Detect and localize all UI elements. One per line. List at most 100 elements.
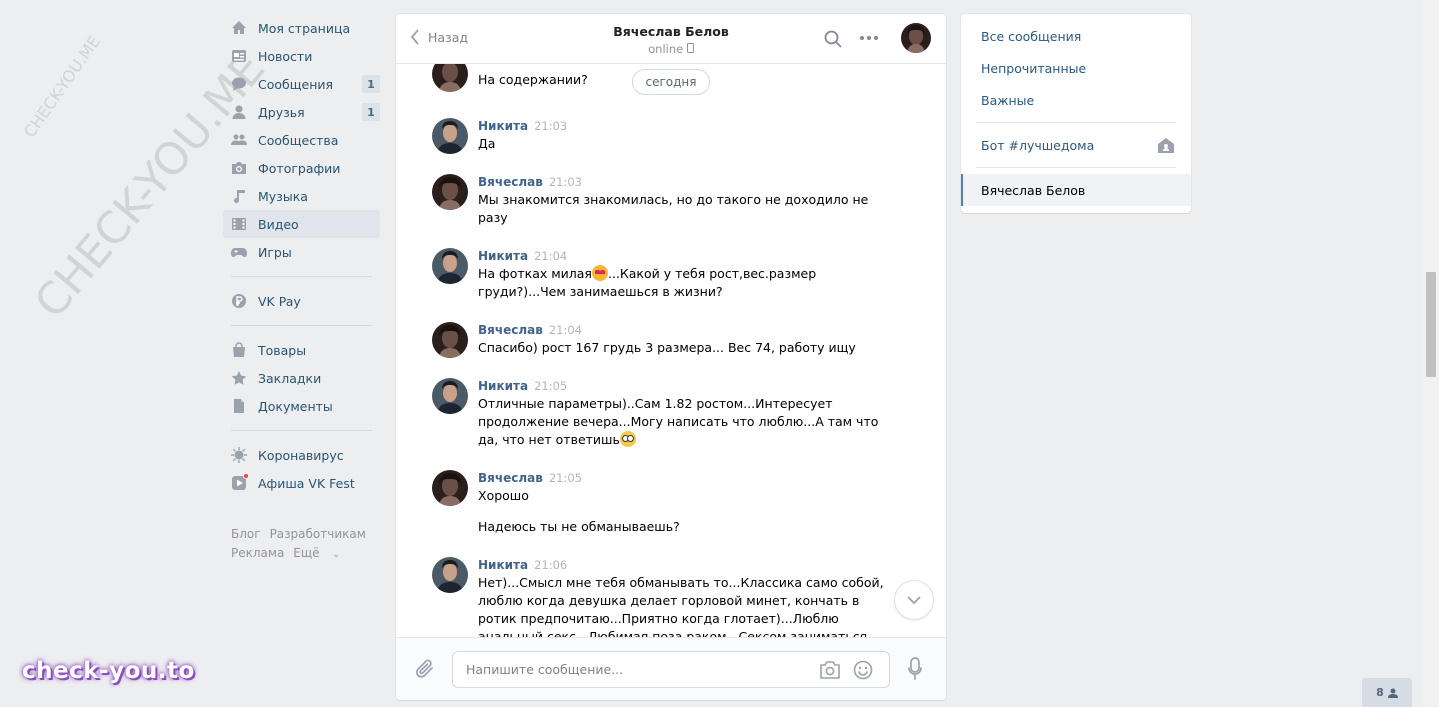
bot-label: Бот #лучшедома	[981, 137, 1095, 153]
music-icon	[231, 188, 247, 204]
home-icon	[231, 20, 247, 36]
camera-icon	[231, 160, 247, 176]
camera-icon[interactable]	[819, 660, 841, 683]
divider	[976, 167, 1176, 168]
friends-online-count: 8	[1376, 686, 1384, 699]
message-author[interactable]: Вячеслав	[478, 323, 543, 337]
more-icon[interactable]	[860, 36, 878, 40]
avatar[interactable]	[432, 322, 468, 358]
avatar[interactable]	[432, 470, 468, 506]
message-meta: Вячеслав 21:05	[478, 470, 582, 485]
footer-more-label: Ещё	[293, 546, 320, 560]
message-meta: Вячеслав 21:03	[478, 174, 582, 189]
nav-label: Закладки	[258, 370, 322, 386]
friends-online-counter[interactable]: 8	[1362, 678, 1412, 707]
gamepad-icon	[231, 244, 247, 260]
virus-icon	[231, 447, 247, 463]
nav-label: Документы	[258, 398, 333, 414]
avatar[interactable]	[432, 174, 468, 210]
messages-badge: 1	[362, 75, 380, 93]
nav-item-photos[interactable]: Фотографии	[223, 154, 380, 182]
scroll-to-bottom-button[interactable]	[894, 580, 934, 620]
selected-conversation[interactable]: Вячеслав Белов	[961, 174, 1191, 206]
message-line: груди?)...Чем занимаешься в жизни?	[478, 284, 723, 299]
message-author[interactable]: Никита	[478, 119, 528, 133]
message-history[interactable]: На содержании? сегодня Никита 21:03 Да Вя…	[396, 64, 946, 637]
nav-item-news[interactable]: Новости	[223, 42, 380, 70]
message-time[interactable]: 21:03	[549, 175, 582, 189]
paperclip-icon[interactable]	[415, 658, 435, 683]
message-time[interactable]: 21:04	[549, 323, 582, 337]
nav-label: Товары	[258, 342, 307, 358]
date-pill: сегодня	[632, 69, 710, 95]
message-time[interactable]: 21:05	[534, 379, 567, 393]
chat-header: Назад Вячеслав Белов online	[396, 14, 946, 64]
message-time[interactable]: 21:05	[549, 471, 582, 485]
filter-important[interactable]: Важные	[961, 84, 1191, 116]
message-time[interactable]: 21:06	[534, 558, 567, 572]
message-line: Отличные параметры)..Сам 1.82 ростом...И…	[478, 396, 833, 411]
notification-dot	[243, 473, 249, 479]
message-author[interactable]: Никита	[478, 558, 528, 572]
footer-link-more[interactable]: Ещё ⌄	[293, 546, 349, 560]
message-fragment: да, что нет ответишь	[478, 432, 620, 447]
left-navigation: Моя страница Новости Сообщения 1 Друзья …	[223, 14, 380, 497]
news-icon	[231, 48, 247, 64]
message-text: Да	[478, 135, 868, 153]
friends-badge: 1	[362, 103, 380, 121]
messages-icon	[231, 76, 247, 92]
message-fragment: На фотках милая	[478, 266, 592, 281]
message-time[interactable]: 21:04	[534, 249, 567, 263]
avatar[interactable]	[432, 64, 468, 92]
footer-link-developers[interactable]: Разработчикам	[270, 527, 366, 541]
message-text: Хорошо Надеюсь ты не обманываешь?	[478, 487, 868, 536]
nav-divider	[231, 325, 372, 326]
message-input[interactable]	[453, 652, 793, 687]
peer-status: online	[396, 42, 946, 56]
avatar[interactable]	[432, 378, 468, 414]
star-icon	[231, 370, 247, 386]
page-scrollbar-thumb[interactable]	[1426, 272, 1436, 377]
nav-label: Сообщения	[258, 76, 334, 92]
nav-item-communities[interactable]: Сообщества	[223, 126, 380, 154]
nav-item-coronavirus[interactable]: Коронавирус	[223, 441, 380, 469]
peer-avatar[interactable]	[901, 23, 931, 53]
filter-unread[interactable]: Непрочитанные	[961, 52, 1191, 84]
message-author[interactable]: Никита	[478, 379, 528, 393]
message-line: На фотках милая ...Какой у тебя рост,вес.…	[478, 265, 868, 283]
message-meta: Никита 21:04	[478, 248, 567, 263]
microphone-icon[interactable]	[908, 657, 922, 684]
nav-item-friends[interactable]: Друзья 1	[223, 98, 380, 126]
nav-item-bookmarks[interactable]: Закладки	[223, 364, 380, 392]
nav-item-vkpay[interactable]: VK Pay	[223, 287, 380, 315]
bot-conversation[interactable]: Бот #лучшедома	[961, 129, 1191, 161]
avatar[interactable]	[432, 557, 468, 593]
nav-item-games[interactable]: Игры	[223, 238, 380, 266]
nav-label: Афиша VK Fest	[258, 475, 355, 491]
footer-link-blog[interactable]: Блог	[231, 527, 261, 541]
nav-item-vkfest[interactable]: Афиша VK Fest	[223, 469, 380, 497]
filter-all-messages[interactable]: Все сообщения	[961, 20, 1191, 52]
message-author[interactable]: Вячеслав	[478, 175, 543, 189]
divider	[976, 122, 1176, 123]
avatar[interactable]	[432, 248, 468, 284]
smile-icon[interactable]	[853, 660, 873, 683]
nav-item-goods[interactable]: Товары	[223, 336, 380, 364]
footer-links: Блог Разработчикам Реклама Ещё ⌄	[231, 525, 381, 565]
nav-item-documents[interactable]: Документы	[223, 392, 380, 420]
chevron-down-icon: ⌄	[332, 550, 340, 560]
message-line: разу	[478, 210, 508, 225]
message-line: Нет)...Смысл мне тебя обманывать то...Кл…	[478, 575, 884, 590]
message-author[interactable]: Никита	[478, 249, 528, 263]
footer-link-ads[interactable]: Реклама	[231, 546, 284, 560]
nav-item-video[interactable]: Видео	[223, 210, 380, 238]
nav-item-messages[interactable]: Сообщения 1	[223, 70, 380, 98]
avatar[interactable]	[432, 118, 468, 154]
message-meta: Никита 21:06	[478, 557, 567, 572]
nav-item-my-page[interactable]: Моя страница	[223, 14, 380, 42]
message-time[interactable]: 21:03	[534, 119, 567, 133]
search-icon[interactable]	[824, 30, 842, 51]
message-author[interactable]: Вячеслав	[478, 471, 543, 485]
message-line: ротик предпочитаю...Приятно когда глотае…	[478, 611, 839, 626]
nav-item-music[interactable]: Музыка	[223, 182, 380, 210]
